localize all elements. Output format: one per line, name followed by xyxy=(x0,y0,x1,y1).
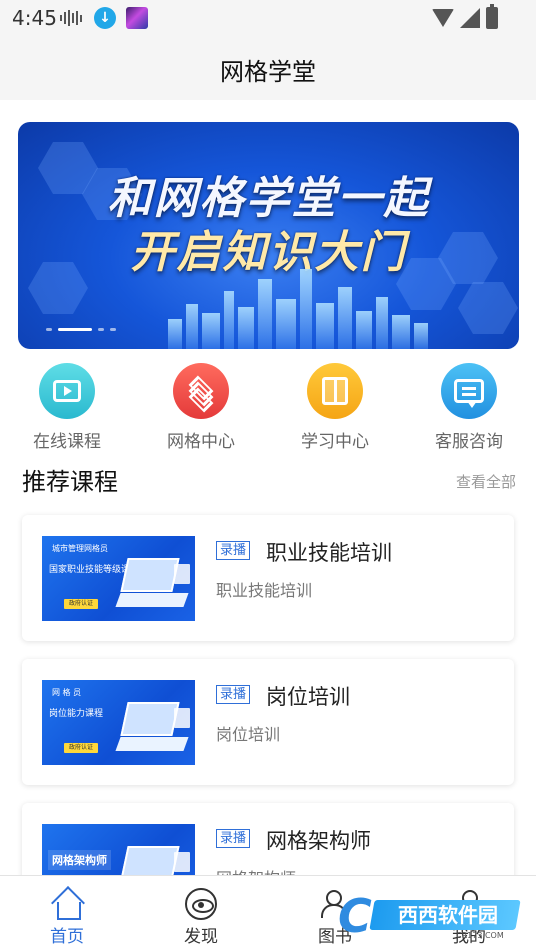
download-icon: ↓ xyxy=(94,7,116,29)
thumb-caption: 网 格 员 xyxy=(52,688,82,697)
video-play-icon xyxy=(39,363,95,419)
course-subtitle: 岗位培训 xyxy=(216,725,281,744)
app-notification-icon xyxy=(126,7,148,29)
recommended-section-header: 推荐课程 查看全部 xyxy=(22,462,516,498)
app-header: 网格学堂 xyxy=(0,36,536,100)
site-watermark: C 西西软件园 CR173.COM xyxy=(338,889,521,943)
quick-link-study-center[interactable]: 学习中心 xyxy=(280,363,390,452)
course-title: 职业技能培训 xyxy=(266,541,392,565)
course-card[interactable]: 城市管理网格员 国家职业技能等级课程 政府认证 录播 职业技能培训 职业技能培训 xyxy=(22,515,514,641)
signal-icon xyxy=(460,8,480,28)
watermark-logo-icon: C xyxy=(338,889,372,943)
status-bar: 4:45 ↓ xyxy=(0,0,536,36)
nav-tab-home[interactable]: 首页 xyxy=(27,888,107,947)
banner-carousel[interactable]: 和网格学堂一起 开启知识大门 xyxy=(18,122,519,349)
view-all-link[interactable]: 查看全部 xyxy=(456,471,516,492)
city-skyline-illustration xyxy=(168,264,428,349)
quick-link-label: 学习中心 xyxy=(301,432,369,452)
layers-icon xyxy=(173,363,229,419)
course-thumbnail: 网格架构师 xyxy=(42,824,195,875)
wifi-icon xyxy=(432,9,454,27)
quick-link-label: 在线课程 xyxy=(33,432,101,452)
quick-link-label: 网格中心 xyxy=(167,432,235,452)
home-content[interactable]: 和网格学堂一起 开启知识大门 在线课程 网格中心 学习中心 客服咨询 推荐课程 … xyxy=(0,100,536,875)
course-type-tag: 录播 xyxy=(216,829,251,848)
section-title: 推荐课程 xyxy=(22,468,118,496)
course-type-tag: 录播 xyxy=(216,685,251,704)
course-type-tag: 录播 xyxy=(216,541,251,560)
thumb-caption: 城市管理网格员 xyxy=(52,544,108,553)
quick-link-label: 客服咨询 xyxy=(435,432,503,452)
thumb-heading: 岗位能力课程 xyxy=(49,709,104,719)
course-card[interactable]: 网 格 员 岗位能力课程 政府认证 录播 岗位培训 岗位培训 xyxy=(22,659,514,785)
book-icon xyxy=(307,363,363,419)
thumb-badge: 政府认证 xyxy=(64,599,98,609)
page-title: 网格学堂 xyxy=(220,58,316,86)
course-title: 岗位培训 xyxy=(266,685,350,709)
watermark-subtext: CR173.COM xyxy=(456,931,504,940)
home-icon xyxy=(52,889,82,920)
course-card[interactable]: 网格架构师 录播 网格架构师 网格架构师 xyxy=(22,803,514,875)
nav-tab-label: 发现 xyxy=(184,927,218,947)
status-time: 4:45 xyxy=(12,6,57,30)
eye-icon xyxy=(185,888,217,920)
nav-tab-discover[interactable]: 发现 xyxy=(161,888,241,947)
banner-pagination[interactable] xyxy=(46,328,116,331)
thumb-badge: 政府认证 xyxy=(64,743,98,753)
course-subtitle: 网格架构师 xyxy=(216,865,296,875)
thumb-heading: 网格架构师 xyxy=(48,850,111,870)
quick-link-customer-service[interactable]: 客服咨询 xyxy=(414,363,524,452)
quick-link-online-courses[interactable]: 在线课程 xyxy=(12,363,122,452)
battery-icon xyxy=(486,4,498,29)
nav-tab-label: 首页 xyxy=(50,927,84,947)
audio-wave-icon xyxy=(60,10,84,26)
quick-link-grid-center[interactable]: 网格中心 xyxy=(146,363,256,452)
status-icons-right xyxy=(432,4,498,29)
chat-icon xyxy=(441,363,497,419)
course-title: 网格架构师 xyxy=(266,829,371,853)
quick-links: 在线课程 网格中心 学习中心 客服咨询 xyxy=(0,363,536,453)
watermark-text: 西西软件园 xyxy=(398,903,498,927)
course-subtitle: 职业技能培训 xyxy=(216,581,313,600)
course-thumbnail: 城市管理网格员 国家职业技能等级课程 政府认证 xyxy=(42,536,195,621)
status-icons-left: ↓ xyxy=(60,7,148,29)
course-thumbnail: 网 格 员 岗位能力课程 政府认证 xyxy=(42,680,195,765)
